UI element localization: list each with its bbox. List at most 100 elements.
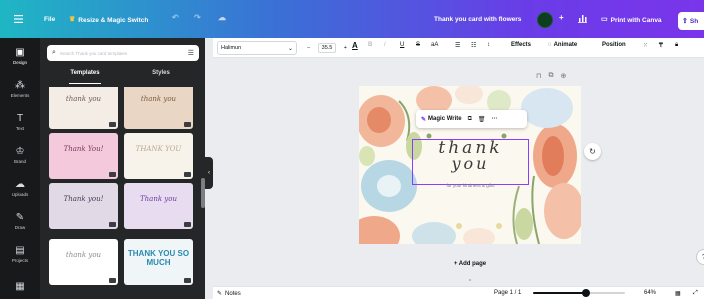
- menu-badge-icon: [184, 278, 191, 283]
- strikethrough-icon[interactable]: S: [416, 42, 420, 48]
- increase-size-button[interactable]: +: [344, 45, 347, 51]
- template-title: THANK YOU SO MUCH: [127, 249, 190, 267]
- hamburger-icon[interactable]: [14, 15, 23, 23]
- resize-menu[interactable]: ♛ Resize & Magic Switch: [69, 16, 148, 24]
- text-color-icon[interactable]: A: [352, 41, 358, 50]
- more-icon[interactable]: ···: [492, 116, 498, 122]
- tab-templates[interactable]: Templates: [47, 70, 123, 84]
- draw-icon: ✎: [15, 211, 25, 223]
- apps-icon: ▦: [15, 281, 25, 292]
- text-style-icon[interactable]: ₸: [659, 42, 663, 49]
- font-name: Halimun: [221, 45, 242, 51]
- add-page-button[interactable]: + Add page: [436, 257, 504, 271]
- share-label: Sh: [689, 17, 699, 25]
- collapse-panel-button[interactable]: ‹: [205, 157, 213, 189]
- card-subtitle[interactable]: for your kindness & gifts: [412, 183, 529, 188]
- avatar[interactable]: [537, 12, 553, 28]
- undo-icon[interactable]: ↶: [172, 14, 179, 22]
- share-button[interactable]: ⇪ Sh: [678, 12, 704, 30]
- menu-badge-icon: [109, 278, 116, 283]
- lock-icon[interactable]: 🔒︎: [675, 42, 678, 49]
- rail-item-uploads[interactable]: ☁ Uploads: [0, 173, 40, 203]
- rotate-icon[interactable]: ↻: [584, 143, 601, 160]
- template-title: Thank You!: [63, 145, 104, 153]
- rail-item-elements[interactable]: ⁂ Elements: [0, 74, 40, 104]
- card-heading[interactable]: thank you: [412, 139, 529, 173]
- trash-icon[interactable]: 🗑︎: [478, 116, 486, 123]
- document-title-text: Thank you card with flowers: [434, 16, 522, 23]
- rail-item-text[interactable]: T Text: [0, 107, 40, 137]
- filter-icon[interactable]: ☰: [188, 49, 194, 57]
- context-menu: ✎ Magic Write ⧉ 🗑︎ ···: [416, 110, 527, 128]
- template-title: thank you: [140, 95, 177, 103]
- underline-icon[interactable]: U: [400, 42, 404, 48]
- rail-item-design[interactable]: ▣ Design: [0, 41, 40, 71]
- text-icon: T: [16, 112, 24, 124]
- print-label: Print with Canva: [610, 16, 662, 24]
- effects-label: Effects: [511, 42, 532, 48]
- font-size-control: − 35.5 +: [307, 41, 347, 55]
- zoom-slider[interactable]: [533, 289, 625, 297]
- font-selector[interactable]: Halimun ⌄: [217, 41, 297, 55]
- chevron-down-icon: ⌄: [287, 45, 293, 52]
- bar-chart-icon[interactable]: [578, 14, 587, 23]
- rail-item-draw[interactable]: ✎ Draw: [0, 206, 40, 236]
- template-thumb[interactable]: THANK YOU: [124, 133, 193, 179]
- template-thumb[interactable]: thank you: [49, 239, 118, 285]
- cloud-sync-icon[interactable]: ☁: [218, 14, 226, 22]
- rail-item-projects[interactable]: ▤ Projects: [0, 239, 40, 269]
- file-menu[interactable]: File: [44, 16, 55, 23]
- fullscreen-icon[interactable]: ⤢: [693, 290, 698, 297]
- template-title: thank you: [65, 251, 102, 259]
- rail-item-brand[interactable]: ♔ Brand: [0, 140, 40, 170]
- tab-styles[interactable]: Styles: [123, 70, 199, 82]
- template-thumb[interactable]: THANK YOU SO MUCH: [124, 239, 193, 285]
- menu-badge-icon: [109, 222, 116, 227]
- lock-page-icon[interactable]: ⊓: [536, 72, 541, 80]
- print-with-canva-button[interactable]: ▭ Print with Canva: [601, 16, 662, 24]
- copy-icon[interactable]: ⧉: [468, 116, 472, 123]
- search-placeholder: Search Thank you card templates: [59, 50, 128, 56]
- transparency-icon[interactable]: ⁙: [643, 42, 648, 49]
- top-bar: File ♛ Resize & Magic Switch ↶ ↷ ☁ Thank…: [0, 0, 704, 38]
- position-button[interactable]: Position: [602, 42, 626, 48]
- add-page-icon[interactable]: ⊕: [560, 72, 566, 80]
- duplicate-page-icon[interactable]: ⧉: [548, 72, 553, 80]
- bold-icon[interactable]: B: [368, 42, 372, 48]
- menu-badge-icon: [184, 122, 191, 127]
- page-actions: ⊓ ⧉ ⊕: [536, 72, 566, 80]
- magic-write-button[interactable]: ✎ Magic Write: [421, 116, 462, 123]
- list-icon[interactable]: ☷: [471, 42, 476, 49]
- template-title: Thank you!: [63, 195, 104, 203]
- decrease-size-button[interactable]: −: [307, 45, 310, 51]
- panel-tabs: Templates Styles: [47, 70, 199, 84]
- effects-button[interactable]: Effects: [511, 42, 531, 48]
- zoom-slider-fill: [533, 292, 587, 294]
- template-thumb[interactable]: Thank You!: [49, 133, 118, 179]
- file-label: File: [44, 16, 56, 23]
- notes-icon: ✎: [217, 291, 223, 297]
- chevron-up-icon[interactable]: ⌃: [460, 279, 480, 286]
- spacing-icon[interactable]: ↕: [487, 42, 490, 48]
- font-size-input[interactable]: 35.5: [317, 43, 337, 53]
- italic-icon[interactable]: I: [384, 42, 386, 48]
- plus-icon[interactable]: +: [559, 14, 564, 22]
- animate-button[interactable]: ◌ Animate: [548, 42, 577, 48]
- letter-case-icon[interactable]: aA: [431, 42, 438, 48]
- menu-badge-icon: [184, 172, 191, 177]
- page-indicator[interactable]: Page 1 / 1: [494, 290, 521, 296]
- notes-button[interactable]: ✎ Notes: [217, 290, 241, 298]
- grid-view-icon[interactable]: ▦: [675, 290, 681, 297]
- template-thumb[interactable]: Thank you!: [49, 183, 118, 229]
- search-input[interactable]: ⌕ Search Thank you card templates ☰: [47, 45, 199, 61]
- template-thumb[interactable]: thank you: [49, 87, 118, 129]
- document-title[interactable]: Thank you card with flowers: [434, 16, 521, 23]
- template-thumb[interactable]: Thank you: [124, 183, 193, 229]
- align-center-icon[interactable]: ☰: [455, 42, 460, 49]
- template-thumb[interactable]: thank you: [124, 87, 193, 129]
- left-rail: ▣ Design ⁂ Elements T Text ♔ Brand ☁ Upl…: [0, 38, 40, 299]
- rail-item-apps[interactable]: ▦: [0, 272, 40, 299]
- upload-icon: ☁: [15, 178, 25, 190]
- redo-icon[interactable]: ↷: [194, 14, 201, 22]
- zoom-label[interactable]: 64%: [644, 290, 656, 296]
